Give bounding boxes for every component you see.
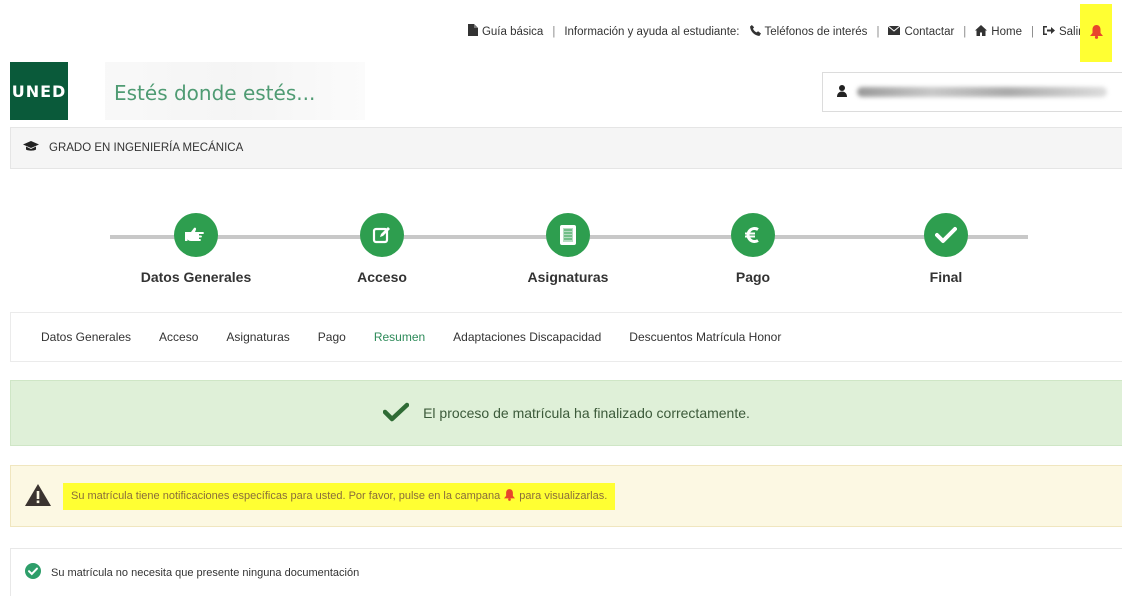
- check-icon: [924, 213, 968, 257]
- envelope-icon: [888, 25, 901, 38]
- user-box[interactable]: [822, 72, 1122, 112]
- step-pago[interactable]: Pago: [673, 213, 833, 285]
- warning-message: Su matrícula tiene notificaciones especí…: [63, 482, 616, 510]
- tabs-bar: Datos Generales Acceso Asignaturas Pago …: [10, 312, 1122, 362]
- tab-adaptaciones-discapacidad[interactable]: Adaptaciones Discapacidad: [453, 330, 601, 344]
- separator: |: [963, 25, 967, 38]
- exit-label: Salir: [1058, 25, 1082, 38]
- documentation-row: Su matrícula no necesita que presente ni…: [10, 548, 1122, 596]
- user-icon: [837, 84, 847, 100]
- top-links: Guía básica | Información y ayuda al est…: [467, 24, 1082, 39]
- check-icon: [382, 402, 410, 425]
- warning-triangle-icon: [25, 483, 51, 509]
- tab-resumen[interactable]: Resumen: [374, 330, 425, 344]
- step-label: Acceso: [357, 269, 407, 285]
- step-label: Final: [929, 269, 963, 285]
- warning-text-before: Su matrícula tiene notificaciones especí…: [71, 490, 501, 502]
- notifications-bell-button[interactable]: [1080, 4, 1112, 62]
- info-label: Información y ayuda al estudiante:: [564, 25, 740, 38]
- step-datos-generales[interactable]: Datos Generales: [116, 213, 276, 285]
- phones-link[interactable]: Teléfonos de interés: [749, 24, 868, 39]
- success-message: El proceso de matrícula ha finalizado co…: [423, 405, 750, 421]
- degree-bar: GRADO EN INGENIERÍA MECÁNICA: [10, 127, 1122, 169]
- bell-icon[interactable]: [504, 488, 516, 504]
- phones-label: Teléfonos de interés: [764, 25, 868, 38]
- progress-steps: Datos Generales Acceso Asignaturas Pago …: [0, 205, 1122, 295]
- step-label: Pago: [735, 269, 771, 285]
- success-alert: El proceso de matrícula ha finalizado co…: [10, 380, 1122, 446]
- contact-link[interactable]: Contactar: [888, 25, 955, 38]
- book-icon: [546, 213, 590, 257]
- bell-icon: [1089, 24, 1103, 42]
- header: UNED Estés donde estés...: [0, 62, 1122, 124]
- step-acceso[interactable]: Acceso: [302, 213, 462, 285]
- step-asignaturas[interactable]: Asignaturas: [488, 213, 648, 285]
- step-final[interactable]: Final: [866, 213, 1026, 285]
- home-link[interactable]: Home: [975, 24, 1022, 39]
- sign-out-icon: [1042, 25, 1055, 39]
- top-bar: Guía básica | Información y ayuda al est…: [0, 0, 1122, 62]
- tab-acceso[interactable]: Acceso: [159, 330, 198, 344]
- file-icon: [467, 24, 478, 39]
- warning-text-after: para visualizarlas.: [519, 490, 608, 502]
- step-label: Datos Generales: [140, 269, 252, 285]
- warning-alert: Su matrícula tiene notificaciones especí…: [10, 465, 1122, 527]
- separator: |: [552, 25, 556, 38]
- tab-datos-generales[interactable]: Datos Generales: [41, 330, 131, 344]
- guide-link[interactable]: Guía básica: [467, 24, 544, 39]
- info-link[interactable]: Información y ayuda al estudiante:: [564, 26, 739, 38]
- step-label: Asignaturas: [527, 269, 609, 285]
- home-icon: [975, 24, 988, 39]
- separator: |: [876, 25, 880, 38]
- tagline: Estés donde estés...: [114, 81, 316, 105]
- documentation-message: Su matrícula no necesita que presente ni…: [51, 566, 360, 579]
- tab-descuentos-matricula-honor[interactable]: Descuentos Matrícula Honor: [629, 330, 781, 344]
- separator: |: [1030, 25, 1034, 38]
- hand-pointer-icon: [174, 213, 218, 257]
- phone-icon: [749, 24, 761, 39]
- guide-label: Guía básica: [481, 25, 544, 38]
- uned-logo[interactable]: UNED: [10, 62, 68, 120]
- degree-title: GRADO EN INGENIERÍA MECÁNICA: [49, 142, 244, 154]
- tab-pago[interactable]: Pago: [318, 330, 346, 344]
- exit-link[interactable]: Salir: [1042, 25, 1082, 39]
- euro-icon: [731, 213, 775, 257]
- user-name-redacted: [857, 87, 1107, 97]
- edit-icon: [360, 213, 404, 257]
- home-label: Home: [991, 25, 1022, 38]
- graduation-cap-icon: [23, 141, 39, 155]
- contact-label: Contactar: [904, 25, 955, 38]
- tab-asignaturas[interactable]: Asignaturas: [226, 330, 289, 344]
- check-circle-icon: [25, 563, 41, 582]
